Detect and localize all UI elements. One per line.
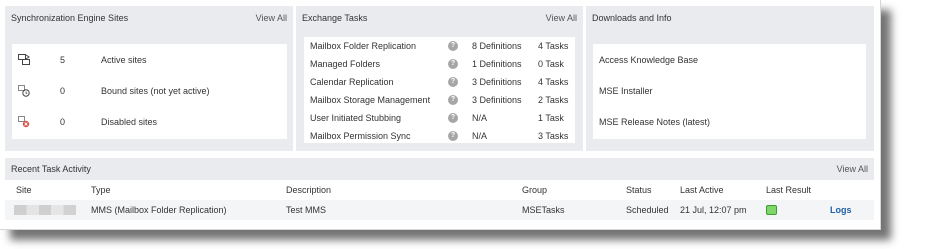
downloads-card: Access Knowledge Base MSE Installer MSE … <box>593 44 866 139</box>
exchange-task-row[interactable]: Mailbox Folder Replication ? 8 Definitio… <box>304 37 575 55</box>
active-sites-label: Active sites <box>101 55 147 65</box>
table-row[interactable]: MMS (Mailbox Folder Replication) Test MM… <box>5 200 874 220</box>
exchange-task-count: 2 Tasks <box>538 95 569 105</box>
exchange-task-name: Mailbox Folder Replication <box>310 41 417 51</box>
exchange-tasks-panel: Exchange Tasks View All Mailbox Folder R… <box>296 6 583 151</box>
exchange-task-count: 0 Task <box>538 59 564 69</box>
exchange-task-name: User Initiated Stubbing <box>310 113 402 123</box>
sync-sites-title: Synchronization Engine Sites <box>11 13 129 23</box>
exchange-task-name: Managed Folders <box>310 59 381 69</box>
exchange-task-count: 1 Task <box>538 113 564 123</box>
task-description: Test MMS <box>286 205 327 215</box>
exchange-task-name: Mailbox Storage Management <box>310 95 431 105</box>
column-header-type[interactable]: Type <box>91 180 111 200</box>
exchange-tasks-title: Exchange Tasks <box>302 13 368 23</box>
exchange-task-row[interactable]: Calendar Replication ? 3 Definitions 4 T… <box>304 73 575 91</box>
recent-task-header: Recent Task Activity View All <box>5 158 874 180</box>
exchange-task-row[interactable]: Mailbox Storage Management ? 3 Definitio… <box>304 91 575 109</box>
task-type: MMS (Mailbox Folder Replication) <box>91 205 227 215</box>
exchange-tasks-card: Mailbox Folder Replication ? 8 Definitio… <box>304 37 575 143</box>
exchange-task-count: 3 Tasks <box>538 131 569 141</box>
disabled-sites-count: 0 <box>60 117 66 127</box>
downloads-title: Downloads and Info <box>592 13 672 23</box>
knowledge-base-link[interactable]: Access Knowledge Base <box>599 55 698 65</box>
recent-task-activity-panel: Recent Task Activity View All Site Type … <box>5 158 874 221</box>
sync-sites-header: Synchronization Engine Sites View All <box>5 6 293 30</box>
exchange-task-definitions: 3 Definitions <box>472 77 522 87</box>
mse-installer-link[interactable]: MSE Installer <box>599 86 653 96</box>
exchange-task-count: 4 Tasks <box>538 77 569 87</box>
active-sites-icon <box>18 54 30 65</box>
column-header-description[interactable]: Description <box>286 180 331 200</box>
exchange-tasks-header: Exchange Tasks View All <box>296 6 583 30</box>
bound-sites-count: 0 <box>60 86 66 96</box>
help-icon[interactable]: ? <box>448 59 458 69</box>
exchange-task-definitions: 8 Definitions <box>472 41 522 51</box>
exchange-task-definitions: 3 Definitions <box>472 95 522 105</box>
success-status-icon <box>766 205 777 215</box>
exchange-task-row[interactable]: Mailbox Permission Sync ? N/A 3 Tasks <box>304 127 575 145</box>
column-header-group[interactable]: Group <box>522 180 547 200</box>
column-header-site[interactable]: Site <box>16 180 32 200</box>
table-header-row: Site Type Description Group Status Last … <box>5 180 874 200</box>
downloads-header: Downloads and Info <box>586 6 874 30</box>
exchange-task-count: 4 Tasks <box>538 41 569 51</box>
task-status: Scheduled <box>626 205 669 215</box>
help-icon[interactable]: ? <box>448 77 458 87</box>
task-last-active: 21 Jul, 12:07 pm <box>680 205 747 215</box>
recent-task-view-all-link[interactable]: View All <box>837 158 868 180</box>
help-icon[interactable]: ? <box>448 41 458 51</box>
exchange-task-definitions: N/A <box>472 113 488 123</box>
recent-task-title: Recent Task Activity <box>11 164 91 174</box>
help-icon[interactable]: ? <box>448 95 458 105</box>
active-sites-count: 5 <box>60 55 66 65</box>
bound-sites-icon <box>18 85 30 97</box>
sync-sites-panel: Synchronization Engine Sites View All 5 … <box>5 6 293 151</box>
sync-sites-view-all-link[interactable]: View All <box>256 6 287 30</box>
site-name-redacted <box>14 205 76 215</box>
disabled-sites-icon <box>18 116 30 128</box>
help-icon[interactable]: ? <box>448 131 458 141</box>
column-header-last-result[interactable]: Last Result <box>766 180 811 200</box>
column-header-status[interactable]: Status <box>626 180 652 200</box>
disabled-sites-label: Disabled sites <box>101 117 158 127</box>
logs-link[interactable]: Logs <box>830 200 852 220</box>
exchange-task-name: Calendar Replication <box>310 77 394 87</box>
column-header-last-active[interactable]: Last Active <box>680 180 724 200</box>
downloads-panel: Downloads and Info Access Knowledge Base… <box>586 6 874 151</box>
dashboard-frame: Synchronization Engine Sites View All 5 … <box>0 0 881 230</box>
exchange-task-definitions: 1 Definitions <box>472 59 522 69</box>
bound-sites-label: Bound sites (not yet active) <box>101 86 210 96</box>
exchange-task-definitions: N/A <box>472 131 488 141</box>
exchange-task-name: Mailbox Permission Sync <box>310 131 411 141</box>
exchange-tasks-view-all-link[interactable]: View All <box>546 6 577 30</box>
release-notes-link[interactable]: MSE Release Notes (latest) <box>599 117 710 127</box>
exchange-task-row[interactable]: Managed Folders ? 1 Definitions 0 Task <box>304 55 575 73</box>
exchange-task-row[interactable]: User Initiated Stubbing ? N/A 1 Task <box>304 109 575 127</box>
help-icon[interactable]: ? <box>448 113 458 123</box>
sync-sites-card: 5 Active sites 0 Bound sites (not yet ac… <box>12 44 287 139</box>
task-group: MSETasks <box>522 205 565 215</box>
